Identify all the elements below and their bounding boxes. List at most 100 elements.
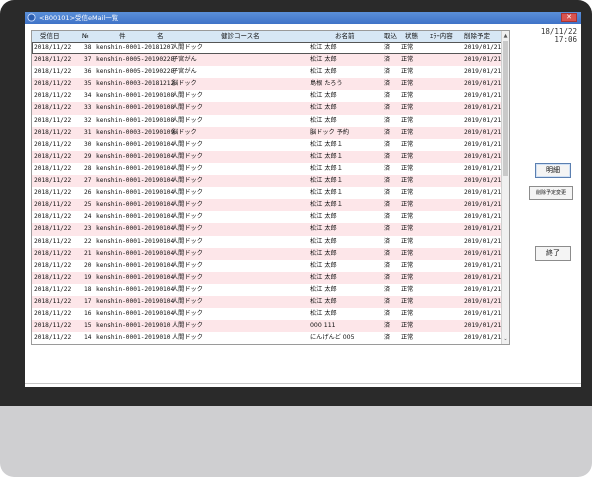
table-row[interactable]: 2018/11/22 33 kenshin-0001-20190108 人間ドック 松江… <box>32 102 504 115</box>
table-cell: 脳ドック <box>172 128 197 136</box>
table-cell: 38 <box>84 44 92 51</box>
table-row[interactable]: 2018/11/22 18 kenshin-0001-20190104 人間ドック 松江… <box>32 284 504 296</box>
table-row[interactable]: 2018/11/22 32 kenshin-0001-20190108 人間ドック 松江… <box>32 115 504 127</box>
table-cell: 松江 太郎 <box>310 285 337 293</box>
table-row[interactable]: 2018/11/22 16 kenshin-0001-20190104 人間ドック 松江… <box>32 308 504 320</box>
table-row[interactable]: 2018/11/22 31 kenshin-0003-20190109 脳ドック 脳ドッ… <box>32 126 504 139</box>
table-cell: 2018/11/22 <box>34 68 72 76</box>
col-header[interactable]: 健診コース名 <box>221 31 260 42</box>
scroll-thumb[interactable] <box>503 41 508 176</box>
col-header[interactable]: № <box>82 31 89 42</box>
table-row[interactable]: 2018/11/22 19 kenshin-0001-20190104 人間ドック 松江… <box>32 271 504 284</box>
scroll-up-icon[interactable]: ▲ <box>502 32 509 40</box>
table-cell: 2018/11/22 <box>34 285 72 293</box>
table-cell: kenshin-0001-20190104 <box>96 249 175 257</box>
detail-button[interactable]: 明細 <box>535 163 571 178</box>
table-cell: 正常 <box>401 310 414 318</box>
status-divider <box>25 383 581 384</box>
table-row[interactable]: 2018/11/22 23 kenshin-0001-20190104 人間ドック 松江… <box>32 223 504 236</box>
col-header[interactable]: 受信日 <box>40 31 60 42</box>
table-cell: 済 <box>384 249 391 257</box>
table-row[interactable]: 2018/11/22 25 kenshin-0001-20190104 人間ドック 松江… <box>32 199 504 212</box>
window-titlebar[interactable]: <B00101>受信eMail一覧 ✕ <box>25 12 581 24</box>
change-deletion-date-button[interactable]: 削除予定変更 <box>529 186 573 200</box>
col-header[interactable]: 名 <box>157 31 164 42</box>
table-cell: kenshin-0001-2019010 <box>96 322 171 330</box>
table-cell: 松江 太郎１ <box>310 177 343 185</box>
col-header[interactable]: 状態 <box>405 31 418 42</box>
table-row[interactable]: 2018/11/22 14 kenshin-0001-2019010 人間ドック にんげ… <box>32 332 504 344</box>
table-cell: 2019/01/21 <box>464 80 502 88</box>
table-row[interactable]: 2018/11/22 36 kenshin-0005-20190228 子宮がん 松江 … <box>32 66 504 78</box>
table-cell: 人間ドック <box>172 92 203 100</box>
table-row[interactable]: 2018/11/22 35 kenshin-0003-20181212 脳ドック 島根 … <box>32 78 504 91</box>
table-cell: 済 <box>384 116 391 124</box>
table-cell: 34 <box>84 92 92 100</box>
table-cell: 済 <box>384 334 391 342</box>
table-cell: 正常 <box>401 164 414 172</box>
table-cell: kenshin-0001-20190104 <box>96 225 175 233</box>
monitor: <B00101>受信eMail一覧 ✕ 受信日 № 件 名 健診コース名 お名前… <box>0 0 592 477</box>
table-cell: 済 <box>384 273 391 281</box>
table-cell: 松江 太郎 <box>310 225 337 233</box>
table-cell: 正常 <box>401 322 414 330</box>
table-cell: 正常 <box>401 140 414 148</box>
table-cell: 2018/11/22 <box>34 310 72 318</box>
col-header[interactable]: 件 <box>119 31 126 42</box>
table-cell: 済 <box>384 322 391 330</box>
table-cell: 2019/01/21 <box>464 249 502 257</box>
table-row[interactable]: 2018/11/22 34 kenshin-0001-20190108 人間ドック 松江… <box>32 90 504 102</box>
table-row[interactable]: 2018/11/22 37 kenshin-0005-20190228 子宮がん 松江 … <box>32 54 504 67</box>
table-row[interactable]: 2018/11/22 27 kenshin-0001-20190104 人間ドック 松江… <box>32 175 504 188</box>
table-cell: 2018/11/22 <box>34 92 72 100</box>
table-row[interactable]: 2018/11/22 38 kenshin-0001-20181207 人間ドック 松江… <box>32 42 504 55</box>
table-cell: kenshin-0001-20190104 <box>96 213 175 221</box>
table-cell: 人間ドック <box>172 164 203 172</box>
table-cell: 済 <box>384 285 391 293</box>
table-cell: kenshin-0001-20190104 <box>96 164 175 172</box>
table-cell: kenshin-0001-20190108 <box>96 92 175 100</box>
table-row[interactable]: 2018/11/22 26 kenshin-0001-20190104 人間ドック 松江… <box>32 187 504 199</box>
table-cell: 35 <box>84 80 92 88</box>
scroll-down-icon[interactable]: ⌄ <box>502 335 509 343</box>
vertical-scrollbar[interactable]: ▲ ⌄ <box>501 31 509 344</box>
table-row[interactable]: 2018/11/22 20 kenshin-0001-20190104 人間ドック 松江… <box>32 260 504 272</box>
exit-button[interactable]: 終了 <box>535 246 571 261</box>
table-cell: 2019/01/21 <box>464 297 502 305</box>
col-header[interactable]: ｴﾗｰ内容 <box>430 31 453 42</box>
table-cell: 2018/11/22 <box>34 225 72 233</box>
table-cell: 正常 <box>401 285 414 293</box>
table-row[interactable]: 2018/11/22 24 kenshin-0001-20190104 人間ドック 松江… <box>32 211 504 223</box>
table-cell: 正常 <box>401 334 414 342</box>
table-cell: 2019/01/21 <box>464 116 502 124</box>
table-row[interactable]: 2018/11/22 15 kenshin-0001-2019010 人間ドック 000… <box>32 320 504 333</box>
table-cell: 正常 <box>401 104 414 112</box>
col-header[interactable]: 削除予定 <box>464 31 490 42</box>
table-cell: 脳ドック 予約 <box>310 128 350 136</box>
table-cell: 28 <box>84 164 92 172</box>
table-row[interactable]: 2018/11/22 29 kenshin-0001-20190104 人間ドック 松江… <box>32 150 504 163</box>
table-row[interactable]: 2018/11/22 21 kenshin-0001-20190104 人間ドック 松江… <box>32 247 504 260</box>
col-header[interactable]: 取込 <box>384 31 397 42</box>
mail-table[interactable]: 受信日 № 件 名 健診コース名 お名前 取込 状態 ｴﾗｰ内容 削除予定 20… <box>31 30 510 345</box>
table-row[interactable]: 2018/11/22 30 kenshin-0001-20190104 人間ドック 松江… <box>32 139 504 151</box>
close-button[interactable]: ✕ <box>561 13 577 22</box>
table-cell: 松江 太郎１ <box>310 140 343 148</box>
table-cell: 正常 <box>401 237 414 245</box>
table-row[interactable]: 2018/11/22 28 kenshin-0001-20190104 人間ドック 松江… <box>32 163 504 175</box>
table-row[interactable]: 2018/11/22 22 kenshin-0001-20190104 人間ドック 松江… <box>32 236 504 248</box>
table-cell: 2019/01/21 <box>464 334 502 342</box>
table-cell: 松江 太郎 <box>310 44 337 51</box>
table-cell: 人間ドック <box>172 285 203 293</box>
table-cell: 松江 太郎１ <box>310 189 343 197</box>
table-cell: 正常 <box>401 128 414 136</box>
table-cell: 2019/01/21 <box>464 56 502 64</box>
table-cell: 33 <box>84 104 92 112</box>
table-cell: 正常 <box>401 273 414 281</box>
table-cell: 2018/11/22 <box>34 56 72 64</box>
table-row[interactable]: 2018/11/22 17 kenshin-0001-20190104 人間ドック 松江… <box>32 295 504 309</box>
col-header[interactable]: お名前 <box>335 31 355 42</box>
table-cell: 2019/01/21 <box>464 140 502 148</box>
table-cell: 人間ドック <box>172 213 203 221</box>
monitor-stand-area <box>0 406 592 477</box>
